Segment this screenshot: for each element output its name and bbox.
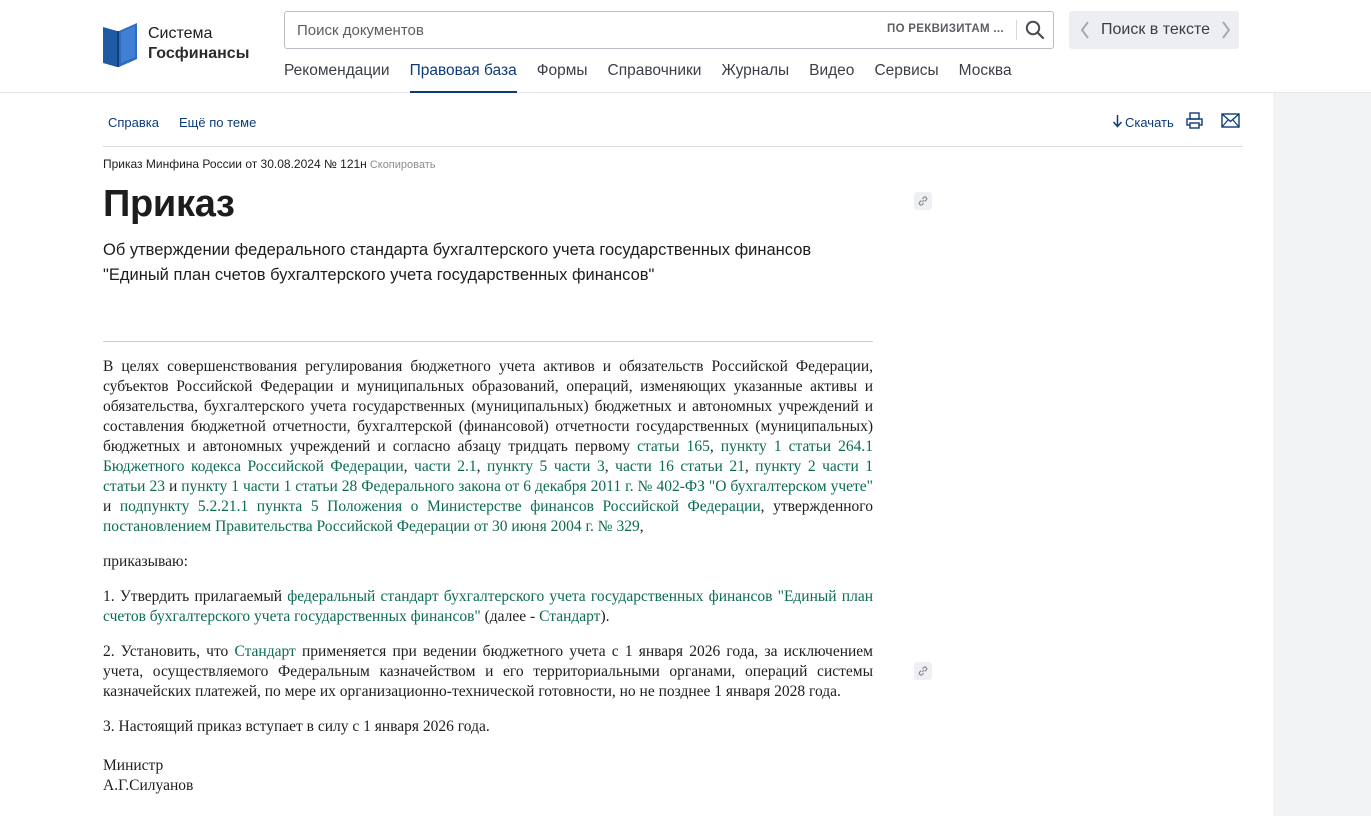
nav-item-recommendations[interactable]: Рекомендации xyxy=(284,61,390,93)
more-on-topic-link[interactable]: Ещё по теме xyxy=(179,115,256,130)
link-article-165[interactable]: статьи 165 xyxy=(637,438,710,455)
text-span: , утвержденного xyxy=(760,498,874,515)
help-link[interactable]: Справка xyxy=(108,115,159,130)
text-search-button[interactable]: Поиск в тексте xyxy=(1097,21,1214,39)
mail-icon[interactable] xyxy=(1220,111,1240,129)
text-span: и xyxy=(164,478,182,495)
toolbar-divider xyxy=(103,146,1243,147)
subtitle-line-1: Об утверждении федерального стандарта бу… xyxy=(103,241,812,259)
link-minfin-regulation[interactable]: подпункту 5.2.21.1 пункта 5 Положения о … xyxy=(120,498,761,515)
nav-item-references[interactable]: Справочники xyxy=(608,61,702,93)
text-span: , xyxy=(709,438,721,455)
nav-item-forms[interactable]: Формы xyxy=(537,61,588,93)
site-header: Система Госфинансы ПО РЕКВИЗИТАМ ... Пои… xyxy=(0,0,1371,93)
text-span: , xyxy=(604,458,616,475)
site-logo[interactable]: Система Госфинансы xyxy=(103,21,249,67)
signature-block: Министр А.Г.Силуанов xyxy=(103,756,873,796)
search-icon[interactable] xyxy=(1021,16,1049,44)
chevron-right-icon[interactable] xyxy=(1214,11,1238,49)
search-input[interactable] xyxy=(285,12,875,48)
text-span: , xyxy=(744,458,756,475)
document-sheet: Справка Ещё по теме Скачать Приказ Минфи… xyxy=(0,93,1273,816)
text-span: (далее - xyxy=(480,608,540,625)
paragraph-item-2: 2. Установить, что Стандарт применяется … xyxy=(103,642,873,702)
nav-item-region[interactable]: Москва xyxy=(959,61,1012,93)
logo-line2: Госфинансы xyxy=(148,45,250,62)
text-span: 1. Утвердить прилагаемый xyxy=(103,588,288,605)
subtitle-divider xyxy=(103,341,873,342)
link-point-5-part-3[interactable]: пункту 5 части 3 xyxy=(487,458,605,475)
text-span: , xyxy=(403,458,415,475)
link-part-16-article-21[interactable]: части 16 статьи 21 xyxy=(615,458,745,475)
main-nav: Рекомендации Правовая база Формы Справоч… xyxy=(284,61,1032,93)
reference-text: Приказ Минфина России от 30.08.2024 № 12… xyxy=(103,157,367,171)
nav-item-legal-base[interactable]: Правовая база xyxy=(409,61,517,93)
chevron-left-icon[interactable] xyxy=(1073,11,1097,49)
link-standard[interactable]: Стандарт xyxy=(539,608,600,625)
search-by-requisites[interactable]: ПО РЕКВИЗИТАМ ... xyxy=(887,23,1004,35)
download-label: Скачать xyxy=(1125,115,1174,130)
subtitle-line-2: "Единый план счетов бухгалтерского учета… xyxy=(103,266,655,284)
nav-item-journals[interactable]: Журналы xyxy=(721,61,789,93)
page-side-background xyxy=(1273,93,1371,816)
signature-role: Министр xyxy=(103,757,164,774)
download-button[interactable]: Скачать xyxy=(1112,114,1174,131)
document-subtitle: Об утверждении федерального стандарта бу… xyxy=(103,238,873,288)
link-standard-2[interactable]: Стандарт xyxy=(234,643,295,660)
text-span: 2. Установить, что xyxy=(103,643,235,660)
paragraph-preamble: В целях совершенствования регулирования … xyxy=(103,357,873,537)
paragraph-item-3: 3. Настоящий приказ вступает в силу с 1 … xyxy=(103,718,490,735)
link-icon[interactable] xyxy=(914,192,932,210)
book-logo-icon xyxy=(103,21,139,67)
document-reference: Приказ Минфина России от 30.08.2024 № 12… xyxy=(103,157,436,171)
page-title: Приказ xyxy=(103,183,235,225)
logo-line1: Система xyxy=(148,25,213,42)
document-body: В целях совершенствования регулирования … xyxy=(103,357,873,796)
link-icon[interactable] xyxy=(914,662,932,680)
arrow-down-icon xyxy=(1112,114,1123,131)
link-federal-law-402[interactable]: пункту 1 части 1 статьи 28 Федерального … xyxy=(181,478,873,495)
text-span: ). xyxy=(600,608,610,625)
paragraph-item-1: 1. Утвердить прилагаемый федеральный ста… xyxy=(103,587,873,627)
text-span: и xyxy=(103,498,120,515)
search-divider xyxy=(1016,20,1017,40)
nav-item-services[interactable]: Сервисы xyxy=(874,61,938,93)
nav-item-video[interactable]: Видео xyxy=(809,61,854,93)
search-box: ПО РЕКВИЗИТАМ ... xyxy=(284,11,1054,49)
paragraph-order: приказываю: xyxy=(103,553,188,570)
print-icon[interactable] xyxy=(1185,111,1203,129)
text-search-panel: Поиск в тексте xyxy=(1069,11,1239,49)
copy-reference-button[interactable]: Скопировать xyxy=(370,159,436,171)
signature-name: А.Г.Силуанов xyxy=(103,777,194,794)
link-government-decree-329[interactable]: постановлением Правительства Российской … xyxy=(103,518,640,535)
link-part-2-1[interactable]: части 2.1 xyxy=(414,458,477,475)
text-span: , xyxy=(639,518,644,535)
text-span: , xyxy=(476,458,488,475)
